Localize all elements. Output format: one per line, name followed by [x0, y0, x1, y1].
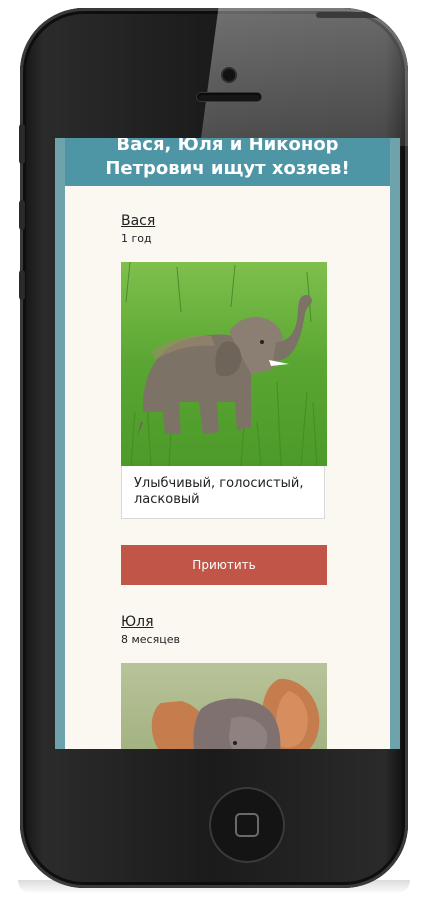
pet-age: 1 год [121, 232, 152, 245]
pet-age: 8 месяцев [121, 633, 180, 646]
pet-photo-elephant [121, 262, 327, 466]
adopt-button[interactable]: Приютить [121, 545, 327, 585]
front-camera [223, 69, 235, 81]
pet-description: Улыбчивый, голосистый, ласковый [121, 466, 325, 519]
home-button[interactable] [209, 787, 285, 863]
mute-switch [19, 124, 25, 164]
volume-down-button [19, 270, 25, 300]
pet-name-link[interactable]: Юля [121, 613, 327, 631]
pet-card: Вася 1 год Улыбчивый, голосистый, ласков… [121, 212, 327, 519]
volume-up-button [19, 200, 25, 230]
pet-photo-elephant-calf [121, 663, 327, 749]
home-square-icon [235, 813, 259, 837]
pet-card: Юля 8 месяцев [121, 613, 327, 749]
page-header: Вася, Юля и Никонор Петрович ищут хозяев… [65, 138, 390, 186]
earpiece-speaker [197, 93, 261, 101]
pet-name-link[interactable]: Вася [121, 212, 327, 230]
power-button [316, 12, 380, 18]
phone-screen: Вася, Юля и Никонор Петрович ищут хозяев… [55, 138, 400, 749]
pet-list: Вася 1 год Улыбчивый, голосистый, ласков… [65, 186, 390, 749]
page-title: Вася, Юля и Никонор Петрович ищут хозяев… [105, 138, 350, 179]
